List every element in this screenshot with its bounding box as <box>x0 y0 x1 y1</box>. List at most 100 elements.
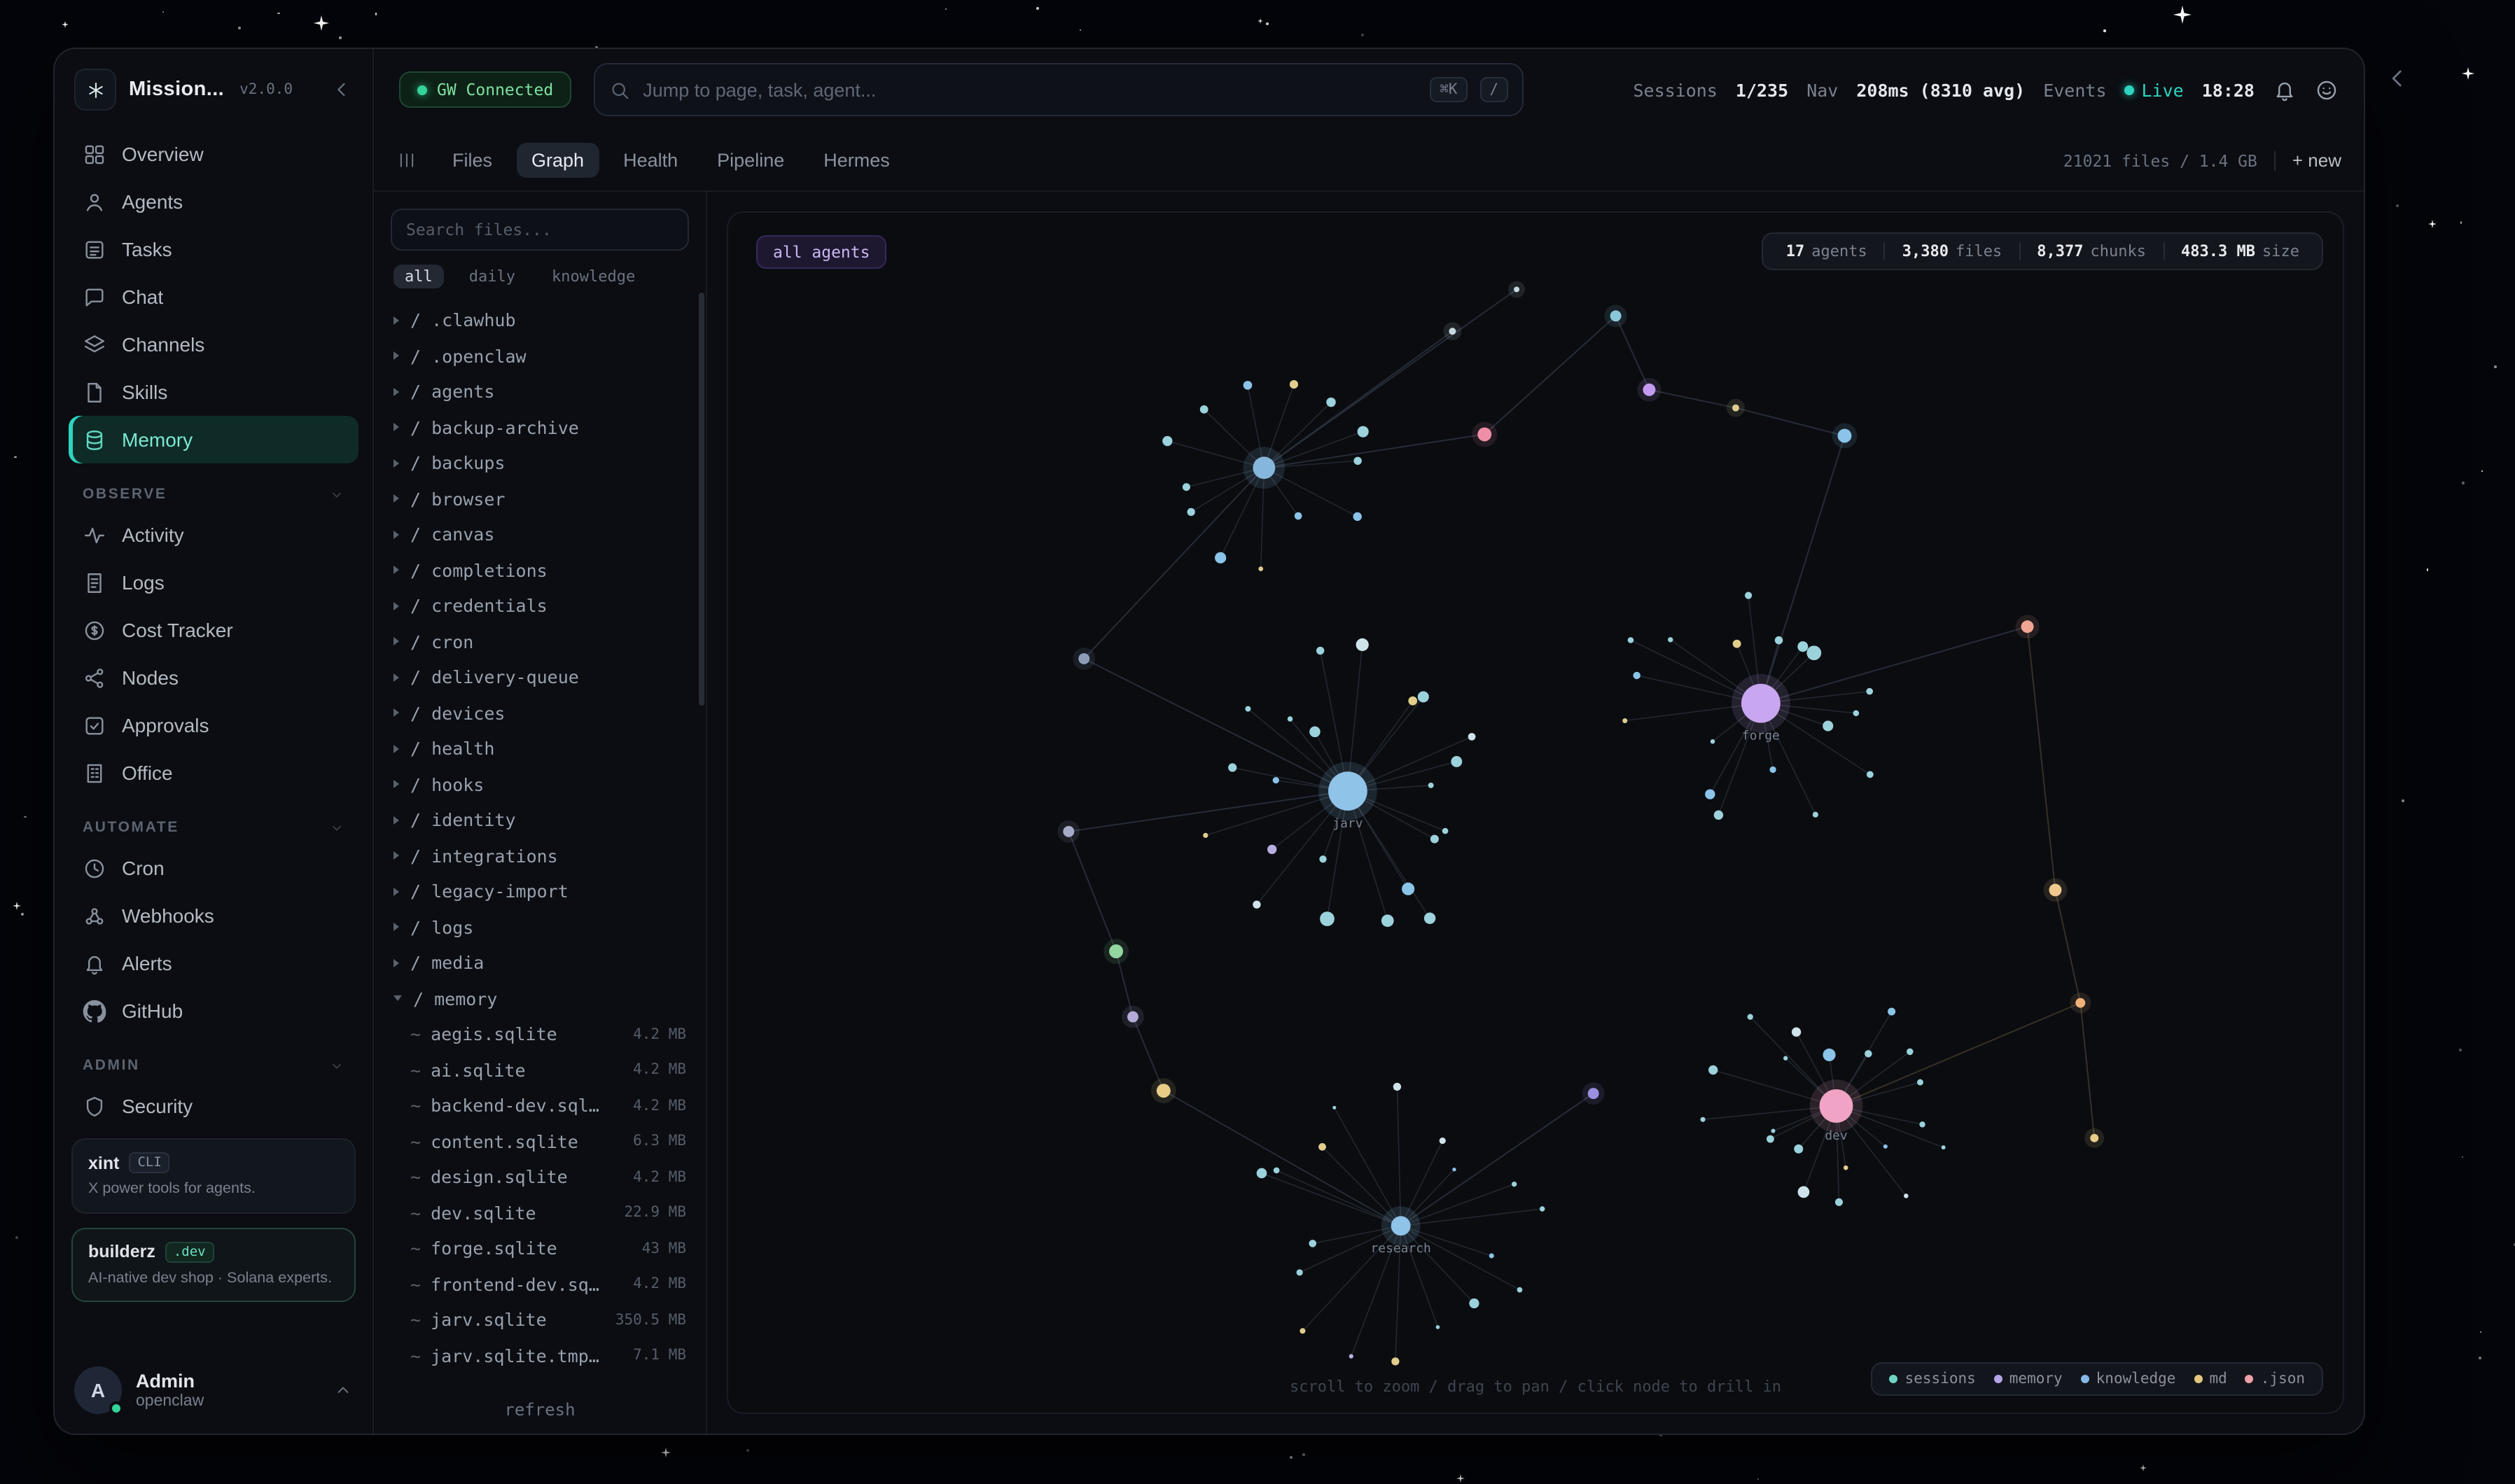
sidebar-item-cron[interactable]: Cron <box>69 844 358 892</box>
graph-node[interactable] <box>1732 405 1739 412</box>
file-row[interactable]: ~forge.sqlite43 MB <box>374 1231 706 1266</box>
refresh-button[interactable]: refresh <box>374 1386 706 1434</box>
folder-row[interactable]: / backups <box>374 445 706 481</box>
promo-card-xint[interactable]: xintCLIX power tools for agents. <box>71 1138 356 1213</box>
file-row[interactable]: ~design.sqlite4.2 MB <box>374 1159 706 1195</box>
tab-hermes[interactable]: Hermes <box>808 143 905 178</box>
sidebar-item-overview[interactable]: Overview <box>69 130 358 178</box>
graph-node-dev[interactable] <box>1820 1089 1853 1123</box>
folder-row[interactable]: / canvas <box>374 517 706 552</box>
tab-pipeline[interactable]: Pipeline <box>702 143 800 178</box>
file-search[interactable] <box>391 209 689 251</box>
section-header-observe[interactable]: OBSERVE <box>83 486 344 503</box>
graph-panel[interactable]: jarvforgedevresearch all agents 17agents… <box>727 211 2344 1414</box>
sidebar-item-webhooks[interactable]: Webhooks <box>69 892 358 939</box>
file-row[interactable]: ~dev.sqlite22.9 MB <box>374 1195 706 1231</box>
global-search-input[interactable] <box>643 79 1417 100</box>
folder-row[interactable]: / health <box>374 731 706 766</box>
graph-node[interactable] <box>1449 328 1456 335</box>
file-row[interactable]: ~backend-dev.sql…4.2 MB <box>374 1088 706 1124</box>
user-profile[interactable]: A Admin openclaw <box>55 1352 372 1420</box>
graph-node[interactable] <box>1127 1011 1138 1023</box>
agents-filter-chip[interactable]: all agents <box>756 235 887 269</box>
folder-row[interactable]: / cron <box>374 624 706 659</box>
graph-node[interactable] <box>1514 287 1519 293</box>
graph-node[interactable] <box>1838 429 1852 443</box>
file-row[interactable]: ~frontend-dev.sq…4.2 MB <box>374 1266 706 1302</box>
tab-files[interactable]: Files <box>437 143 508 178</box>
graph-node[interactable] <box>1588 1088 1599 1099</box>
sidebar-item-agents[interactable]: Agents <box>69 178 358 225</box>
file-row[interactable]: ~aegis.sqlite4.2 MB <box>374 1016 706 1052</box>
folder-row[interactable]: / completions <box>374 552 706 588</box>
sidebar-item-tasks[interactable]: Tasks <box>69 225 358 273</box>
gateway-status-badge[interactable]: GW Connected <box>399 71 571 108</box>
file-row[interactable]: ~ai.sqlite4.2 MB <box>374 1052 706 1088</box>
folder-row[interactable]: / integrations <box>374 838 706 874</box>
live-indicator[interactable]: Live <box>2125 79 2184 100</box>
graph-node[interactable] <box>2021 620 2034 633</box>
sidebar-item-approvals[interactable]: Approvals <box>69 701 358 749</box>
file-row[interactable]: ~jarv.sqlite350.5 MB <box>374 1302 706 1338</box>
file-row[interactable]: ~content.sqlite6.3 MB <box>374 1124 706 1159</box>
graph-node[interactable] <box>2075 998 2085 1008</box>
feedback-smiley-icon[interactable] <box>2315 78 2339 102</box>
folder-row[interactable]: / agents <box>374 374 706 410</box>
folder-row[interactable]: / devices <box>374 695 706 731</box>
sidebar-item-nodes[interactable]: Nodes <box>69 654 358 701</box>
sidebar-item-security[interactable]: Security <box>69 1082 358 1130</box>
tree-scrollbar[interactable] <box>699 293 704 706</box>
folder-row[interactable]: / .openclaw <box>374 338 706 374</box>
folder-row[interactable]: / identity <box>374 802 706 838</box>
filter-chip-knowledge[interactable]: knowledge <box>541 265 646 288</box>
right-panel-toggle[interactable] <box>2383 64 2411 92</box>
folder-row[interactable]: / browser <box>374 481 706 517</box>
sidebar-item-channels[interactable]: Channels <box>69 321 358 368</box>
graph-node-jarv[interactable] <box>1328 771 1367 811</box>
folder-row[interactable]: / media <box>374 945 706 981</box>
file-search-input[interactable] <box>406 220 674 239</box>
new-file-button[interactable]: + new <box>2292 150 2341 171</box>
section-header-automate[interactable]: AUTOMATE <box>83 819 344 836</box>
layout-columns-icon[interactable] <box>396 150 417 171</box>
sidebar-item-memory[interactable]: Memory <box>69 416 358 463</box>
graph-node[interactable] <box>1610 310 1622 321</box>
folder-row-expanded[interactable]: / memory <box>374 981 706 1016</box>
graph-node[interactable] <box>2090 1134 2098 1142</box>
graph-node[interactable] <box>1109 944 1123 958</box>
tab-graph[interactable]: Graph <box>516 143 599 178</box>
sidebar-item-skills[interactable]: Skills <box>69 368 358 416</box>
sidebar-item-cost-tracker[interactable]: Cost Tracker <box>69 606 358 654</box>
filter-chip-daily[interactable]: daily <box>458 265 527 288</box>
graph-node-research[interactable] <box>1391 1216 1411 1236</box>
graph-node-hubA[interactable] <box>1253 456 1275 479</box>
sidebar-item-alerts[interactable]: Alerts <box>69 939 358 987</box>
notifications-bell-icon[interactable] <box>2273 78 2297 102</box>
sidebar-collapse-icon[interactable] <box>330 78 353 101</box>
graph-node[interactable] <box>1078 653 1089 664</box>
global-search[interactable]: ⌘K / <box>594 63 1524 116</box>
graph-node[interactable] <box>1477 428 1491 442</box>
filter-chip-all[interactable]: all <box>393 265 444 288</box>
sidebar-item-office[interactable]: Office <box>69 749 358 797</box>
file-row[interactable]: ~jarv.sqlite.tmp…7.1 MB <box>374 1338 706 1373</box>
folder-row[interactable]: / delivery-queue <box>374 659 706 695</box>
graph-node[interactable] <box>1643 384 1655 396</box>
sidebar-item-github[interactable]: GitHub <box>69 987 358 1035</box>
folder-row[interactable]: / legacy-import <box>374 874 706 909</box>
folder-row[interactable]: / credentials <box>374 588 706 624</box>
graph-node-forge[interactable] <box>1741 684 1781 723</box>
graph-node[interactable] <box>1157 1084 1171 1098</box>
folder-row[interactable]: / logs <box>374 909 706 945</box>
graph-node[interactable] <box>2049 884 2061 897</box>
sidebar-item-activity[interactable]: Activity <box>69 511 358 559</box>
graph-node[interactable] <box>1063 826 1074 837</box>
tab-health[interactable]: Health <box>608 143 693 178</box>
sidebar-item-logs[interactable]: Logs <box>69 559 358 606</box>
folder-row[interactable]: / backup-archive <box>374 410 706 445</box>
promo-card-builderz[interactable]: builderz.devAI-native dev shop · Solana … <box>71 1227 356 1302</box>
section-header-admin[interactable]: ADMIN <box>83 1057 344 1074</box>
sidebar-item-chat[interactable]: Chat <box>69 273 358 321</box>
folder-row[interactable]: / .clawhub <box>374 302 706 338</box>
knowledge-graph[interactable]: jarvforgedevresearch <box>728 213 2343 1413</box>
